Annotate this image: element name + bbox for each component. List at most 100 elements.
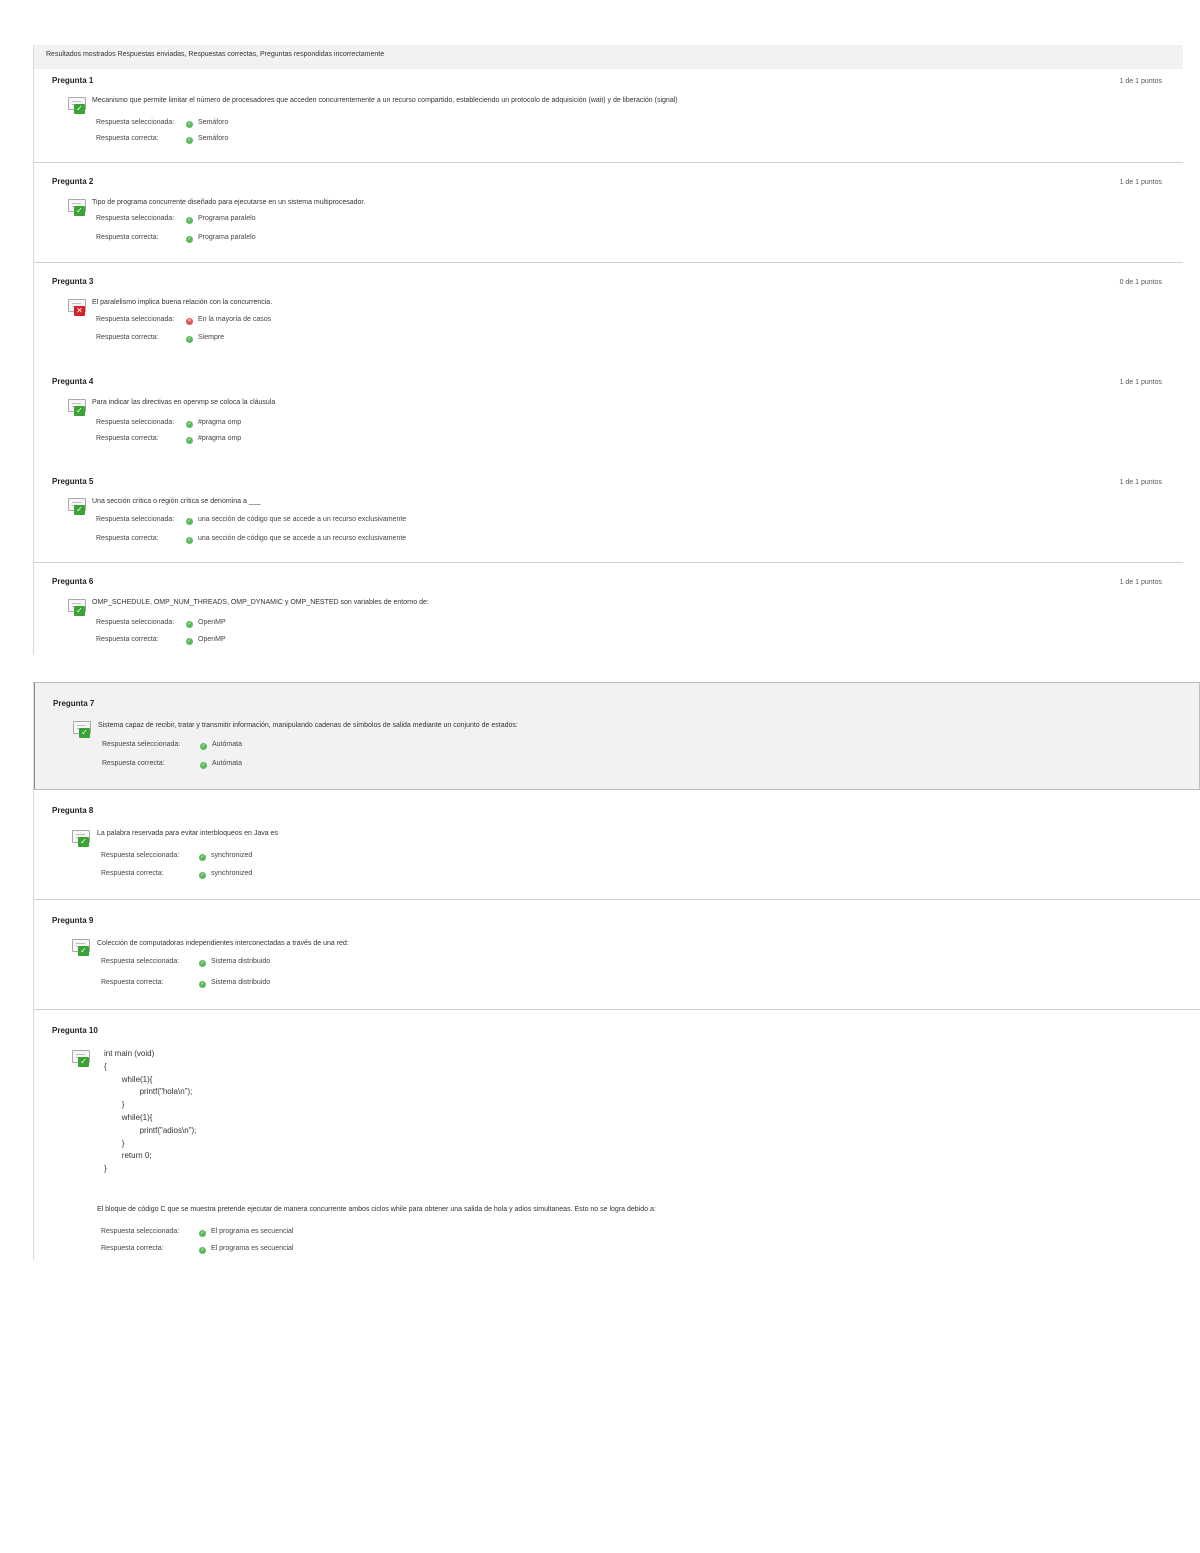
selected-answer: OpenMP	[198, 619, 226, 626]
results-page-1: Resultados mostrados Respuestas enviadas…	[33, 45, 1183, 655]
check-icon: ✓	[74, 606, 85, 616]
question-title: Pregunta 5	[52, 477, 94, 486]
selected-answer-row: Respuesta seleccionada: ✓ Semáforo	[96, 119, 228, 128]
check-icon: ✓	[74, 505, 85, 515]
selected-answer-label: Respuesta seleccionada:	[102, 741, 181, 748]
results-page-2: Pregunta 7 ✓ Sistema capaz de recibir, t…	[33, 682, 1200, 1260]
code-line: while(1){	[104, 1074, 153, 1084]
question-status-icon: ✓	[72, 830, 94, 849]
question-points: 0 de 1 puntos	[1119, 279, 1162, 286]
question-title: Pregunta 2	[52, 177, 94, 186]
check-icon: ✓	[186, 121, 193, 128]
question-2: Pregunta 2 1 de 1 puntos ✓ Tipo de progr…	[34, 163, 1183, 263]
check-icon: ✓	[186, 537, 193, 544]
question-status-icon: ✓	[72, 1050, 94, 1069]
question-status-icon: ✓	[68, 599, 90, 618]
code-line: }	[104, 1138, 125, 1148]
question-status-icon: ✓	[68, 399, 90, 418]
selected-answer-row: Respuesta seleccionada: ✓ El programa es s…	[101, 1228, 294, 1237]
correct-answer: El programa es secuencial	[211, 1245, 294, 1252]
results-shown-bar: Resultados mostrados Respuestas enviadas…	[34, 45, 1183, 69]
question-title: Pregunta 6	[52, 577, 94, 586]
check-icon: ✓	[186, 421, 193, 428]
correct-answer-label: Respuesta correcta:	[96, 636, 159, 643]
correct-answer-row: Respuesta correcta: ✓ Autómata	[102, 760, 242, 769]
selected-answer: synchronized	[211, 852, 253, 859]
correct-answer: Programa paralelo	[198, 234, 256, 241]
check-icon: ✓	[199, 981, 206, 988]
question-6: Pregunta 6 1 de 1 puntos ✓ OMP_SCHEDULE,…	[34, 563, 1183, 655]
code-line: printf("hola\n");	[104, 1087, 193, 1097]
correct-answer-label: Respuesta correcta:	[96, 135, 159, 142]
question-title: Pregunta 10	[52, 1026, 98, 1035]
check-icon: ✓	[199, 960, 206, 967]
selected-answer-row: Respuesta seleccionada: ✓ Autómata	[102, 741, 242, 750]
correct-answer-label: Respuesta correcta:	[96, 435, 159, 442]
selected-answer: #pragma omp	[198, 419, 242, 426]
selected-answer: El programa es secuencial	[211, 1228, 294, 1235]
selected-answer-label: Respuesta seleccionada:	[96, 215, 175, 222]
selected-answer-label: Respuesta seleccionada:	[96, 419, 175, 426]
question-text: Para indicar las directivas en openmp se…	[92, 399, 276, 406]
check-icon: ✓	[199, 854, 206, 861]
selected-answer-label: Respuesta seleccionada:	[101, 958, 180, 965]
correct-answer-row: Respuesta correcta: ✓ OpenMP	[96, 636, 226, 645]
correct-answer: Autómata	[212, 760, 242, 767]
correct-answer: una sección de código que se accede a un…	[198, 535, 407, 542]
correct-answer: Siempre	[198, 334, 225, 341]
question-title: Pregunta 9	[52, 916, 94, 925]
question-8: Pregunta 8 ✓ La palabra reservada para e…	[34, 790, 1200, 900]
selected-answer-row: Respuesta seleccionada: ✓ synchronized	[101, 852, 252, 861]
selected-answer-row: Respuesta seleccionada: ✕ En la mayoría de…	[96, 316, 271, 325]
check-icon: ✓	[79, 728, 90, 738]
selected-answer: Semáforo	[198, 119, 229, 126]
correct-answer-row: Respuesta correcta: ✓ El programa es secue…	[101, 1245, 294, 1254]
selected-answer: Autómata	[212, 741, 242, 748]
selected-answer: Sistema distribuido	[211, 958, 271, 965]
selected-answer-label: Respuesta seleccionada:	[96, 119, 175, 126]
selected-answer-row: Respuesta seleccionada: ✓ OpenMP	[96, 619, 226, 628]
question-title: Pregunta 8	[52, 806, 94, 815]
check-icon: ✓	[186, 518, 193, 525]
correct-answer-row: Respuesta correcta: ✓ Programa paralelo	[96, 234, 256, 243]
question-status-icon: ✕	[68, 299, 90, 318]
check-icon: ✓	[186, 437, 193, 444]
correct-answer-label: Respuesta correcta:	[96, 334, 159, 341]
check-icon: ✓	[186, 638, 193, 645]
question-title: Pregunta 3	[52, 277, 94, 286]
check-icon: ✓	[199, 872, 206, 879]
check-icon: ✓	[186, 137, 193, 144]
selected-answer-row: Respuesta seleccionada: ✓ Programa paralel…	[96, 215, 256, 224]
question-9: Pregunta 9 ✓ Colección de computadoras i…	[34, 900, 1200, 1010]
correct-answer-label: Respuesta correcta:	[101, 870, 164, 877]
code-line: {	[104, 1061, 107, 1071]
correct-answer-label: Respuesta correcta:	[102, 760, 165, 767]
question-points: 1 de 1 puntos	[1119, 179, 1162, 186]
code-line: }	[104, 1164, 107, 1174]
cross-icon: ✕	[186, 318, 193, 325]
question-title: Pregunta 7	[53, 699, 95, 708]
correct-answer: #pragma omp	[198, 435, 242, 442]
question-3: Pregunta 3 0 de 1 puntos ✕ El paralelism…	[34, 263, 1183, 363]
check-icon: ✓	[78, 1057, 89, 1067]
correct-answer-row: Respuesta correcta: ✓ una sección de códig…	[96, 535, 406, 544]
question-7: Pregunta 7 ✓ Sistema capaz de recibir, t…	[34, 682, 1200, 790]
check-icon: ✓	[78, 837, 89, 847]
question-points: 1 de 1 puntos	[1119, 78, 1162, 85]
question-text: Tipo de programa concurrente diseñado pa…	[92, 199, 366, 206]
cross-icon: ✕	[74, 306, 85, 316]
check-icon: ✓	[199, 1230, 206, 1237]
correct-answer-row: Respuesta correcta: ✓ Siempre	[96, 334, 224, 343]
question-5: Pregunta 5 1 de 1 puntos ✓ Una sección c…	[34, 463, 1183, 563]
correct-answer-label: Respuesta correcta:	[96, 234, 159, 241]
correct-answer-row: Respuesta correcta: ✓ Sistema distribuido	[101, 979, 270, 988]
correct-answer: OpenMP	[198, 636, 226, 643]
correct-answer-row: Respuesta correcta: ✓ Semáforo	[96, 135, 228, 144]
correct-answer-label: Respuesta correcta:	[96, 535, 159, 542]
code-block: int main (void) { while(1){ printf("hola…	[104, 1048, 196, 1176]
correct-answer: Sistema distribuido	[211, 979, 271, 986]
check-icon: ✓	[78, 946, 89, 956]
question-status-icon: ✓	[68, 498, 90, 517]
code-line: }	[104, 1100, 125, 1110]
check-icon: ✓	[199, 1247, 206, 1254]
